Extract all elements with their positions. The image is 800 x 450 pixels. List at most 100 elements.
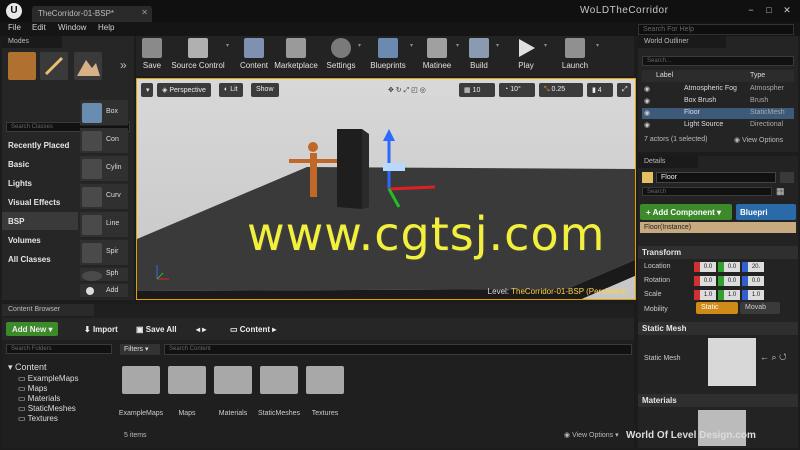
source-control-button[interactable]: Source Control xyxy=(170,38,226,74)
transform-tools[interactable]: ✥ ↻ ⤢ ◰ ◎ xyxy=(383,83,455,97)
menu-file[interactable]: File xyxy=(8,23,21,32)
close-tab-icon[interactable]: ✕ xyxy=(141,8,148,17)
details-tab[interactable]: Details xyxy=(638,156,698,168)
category-bsp[interactable]: BSP xyxy=(2,212,78,230)
launch-button[interactable]: Launch xyxy=(556,38,594,74)
maximize-viewport-button[interactable]: ⤢ xyxy=(617,83,631,97)
materials-section[interactable]: Materials xyxy=(638,394,798,407)
details-search-input[interactable]: Search xyxy=(642,187,772,196)
paint-mode-icon[interactable] xyxy=(40,52,68,80)
add-component-button[interactable]: + Add Component ▾ xyxy=(640,204,732,220)
eye-icon[interactable]: ◉ xyxy=(644,85,652,93)
instance-row[interactable]: Floor(Instance) xyxy=(640,222,796,233)
folder-tile-icon[interactable] xyxy=(214,366,252,394)
category-lights[interactable]: Lights xyxy=(2,174,78,192)
history-nav[interactable]: ◂ ▸ xyxy=(190,322,212,336)
outliner-row[interactable]: ◉ Box Brush Brush xyxy=(642,96,794,107)
show-button[interactable]: Show xyxy=(251,83,279,97)
modes-tab[interactable]: Modes xyxy=(2,36,62,48)
scale-y-field[interactable]: 1.0 xyxy=(724,290,740,300)
place-mode-icon[interactable] xyxy=(8,52,36,80)
minimize-button[interactable]: − xyxy=(744,4,758,16)
viewport-menu-button[interactable]: ▾ xyxy=(141,83,153,97)
mesh-thumbnail[interactable] xyxy=(708,338,756,386)
engine-logo-icon[interactable]: U xyxy=(6,3,22,19)
category-basic[interactable]: Basic xyxy=(2,155,78,173)
static-mesh-section[interactable]: Static Mesh xyxy=(638,322,798,335)
world-outliner-tab[interactable]: World Outliner xyxy=(638,36,726,48)
view-options-button[interactable]: ◉ View Options xyxy=(734,136,783,144)
content-button[interactable]: Content xyxy=(236,38,272,74)
content-search-input[interactable]: Search Content xyxy=(164,344,632,355)
tree-item[interactable]: ▭ Materials xyxy=(18,394,60,403)
brush-add-toggle[interactable]: Add xyxy=(80,284,128,298)
play-button[interactable]: Play xyxy=(510,38,542,74)
build-button[interactable]: Build xyxy=(466,38,492,74)
category-all-classes[interactable]: All Classes xyxy=(2,250,78,268)
rotation-z-field[interactable]: 0.0 xyxy=(748,276,764,286)
folder-tile-icon[interactable] xyxy=(260,366,298,394)
category-volumes[interactable]: Volumes xyxy=(2,231,78,249)
close-button[interactable]: ✕ xyxy=(780,4,794,16)
tree-item[interactable]: ▭ Textures xyxy=(18,414,58,423)
location-z-field[interactable]: 20. xyxy=(748,262,764,272)
rotation-y-field[interactable]: 0.0 xyxy=(724,276,740,286)
path-breadcrumb[interactable]: ▭ Content ▸ xyxy=(224,322,282,336)
dropdown-arrow-icon[interactable]: ▾ xyxy=(456,42,462,49)
folder-tile-icon[interactable] xyxy=(306,366,344,394)
help-search-input[interactable]: Search For Help xyxy=(638,24,794,35)
category-visual-effects[interactable]: Visual Effects xyxy=(2,193,78,211)
transform-section[interactable]: Transform xyxy=(638,246,798,259)
tree-item[interactable]: ▭ Maps xyxy=(18,384,47,393)
dropdown-arrow-icon[interactable]: ▾ xyxy=(226,42,232,49)
landscape-mode-icon[interactable] xyxy=(74,52,102,80)
outliner-row-selected[interactable]: ◉ Floor StaticMesh xyxy=(642,108,794,119)
eye-icon[interactable]: ◉ xyxy=(644,121,652,129)
outliner-row[interactable]: ◉ Atmospheric Fog Atmospher xyxy=(642,84,794,95)
menu-edit[interactable]: Edit xyxy=(32,23,46,32)
add-new-button[interactable]: Add New ▾ xyxy=(6,322,59,336)
place-cylinder-brush[interactable]: Cylin xyxy=(80,156,128,182)
mobility-movable-button[interactable]: Movab xyxy=(740,302,780,314)
level-viewport[interactable]: ▾ ◈ Perspective ◐ Lit Show ✥ ↻ ⤢ ◰ ◎ ▦ 1… xyxy=(136,78,636,300)
save-button[interactable]: Save xyxy=(140,38,164,74)
place-curved-stair-brush[interactable]: Curv xyxy=(80,184,128,210)
menu-window[interactable]: Window xyxy=(58,23,86,32)
place-spiral-stair-brush[interactable]: Spir xyxy=(80,240,128,266)
rotation-x-field[interactable]: 0.0 xyxy=(700,276,716,286)
dropdown-arrow-icon[interactable]: ▾ xyxy=(544,42,550,49)
lit-button[interactable]: ◐ Lit xyxy=(219,83,243,97)
perspective-button[interactable]: ◈ Perspective xyxy=(157,83,211,97)
place-box-brush[interactable]: Box xyxy=(80,100,128,126)
dropdown-arrow-icon[interactable]: ▾ xyxy=(410,42,416,49)
marketplace-button[interactable]: Marketplace xyxy=(274,38,318,74)
mesh-browse-icons[interactable]: ← ⌕ ↺ xyxy=(760,352,787,363)
grid-snap-toggle[interactable]: ▦ 10 xyxy=(459,83,495,97)
place-cone-brush[interactable]: Con xyxy=(80,128,128,154)
dropdown-arrow-icon[interactable]: ▾ xyxy=(596,42,602,49)
level-tab[interactable]: TheCorridor-01-BSP* ✕ xyxy=(32,6,152,22)
type-column-header[interactable]: Type xyxy=(750,72,765,79)
category-recently-placed[interactable]: Recently Placed xyxy=(2,136,78,154)
camera-speed-button[interactable]: ▮ 4 xyxy=(587,83,613,97)
import-button[interactable]: ⬇ Import xyxy=(78,322,124,336)
filters-button[interactable]: Filters ▾ xyxy=(120,344,160,355)
mobility-static-button[interactable]: Static xyxy=(696,302,738,314)
dropdown-arrow-icon[interactable]: ▾ xyxy=(358,42,364,49)
scale-snap-toggle[interactable]: ⤡ 0.25 xyxy=(539,83,583,97)
scale-z-field[interactable]: 1.0 xyxy=(748,290,764,300)
rotation-snap-toggle[interactable]: ◔ 10° xyxy=(499,83,535,97)
property-matrix-icon[interactable]: ▦ xyxy=(776,186,794,197)
blueprint-button[interactable]: Bluepri xyxy=(736,204,796,220)
lock-icon[interactable] xyxy=(780,172,794,183)
tree-item[interactable]: ▭ StaticMeshes xyxy=(18,404,76,413)
location-x-field[interactable]: 0.0 xyxy=(700,262,716,272)
matinee-button[interactable]: Matinee xyxy=(420,38,454,74)
eye-icon[interactable]: ◉ xyxy=(644,109,652,117)
cb-view-options-button[interactable]: ◉ View Options ▾ xyxy=(564,431,619,439)
place-sphere-brush[interactable]: Sph xyxy=(80,268,128,282)
folder-tile-icon[interactable] xyxy=(168,366,206,394)
content-browser-tab[interactable]: Content Browser xyxy=(2,304,94,316)
outliner-row[interactable]: ◉ Light Source Directional xyxy=(642,120,794,131)
folder-search-input[interactable]: Search Folders xyxy=(6,344,112,354)
